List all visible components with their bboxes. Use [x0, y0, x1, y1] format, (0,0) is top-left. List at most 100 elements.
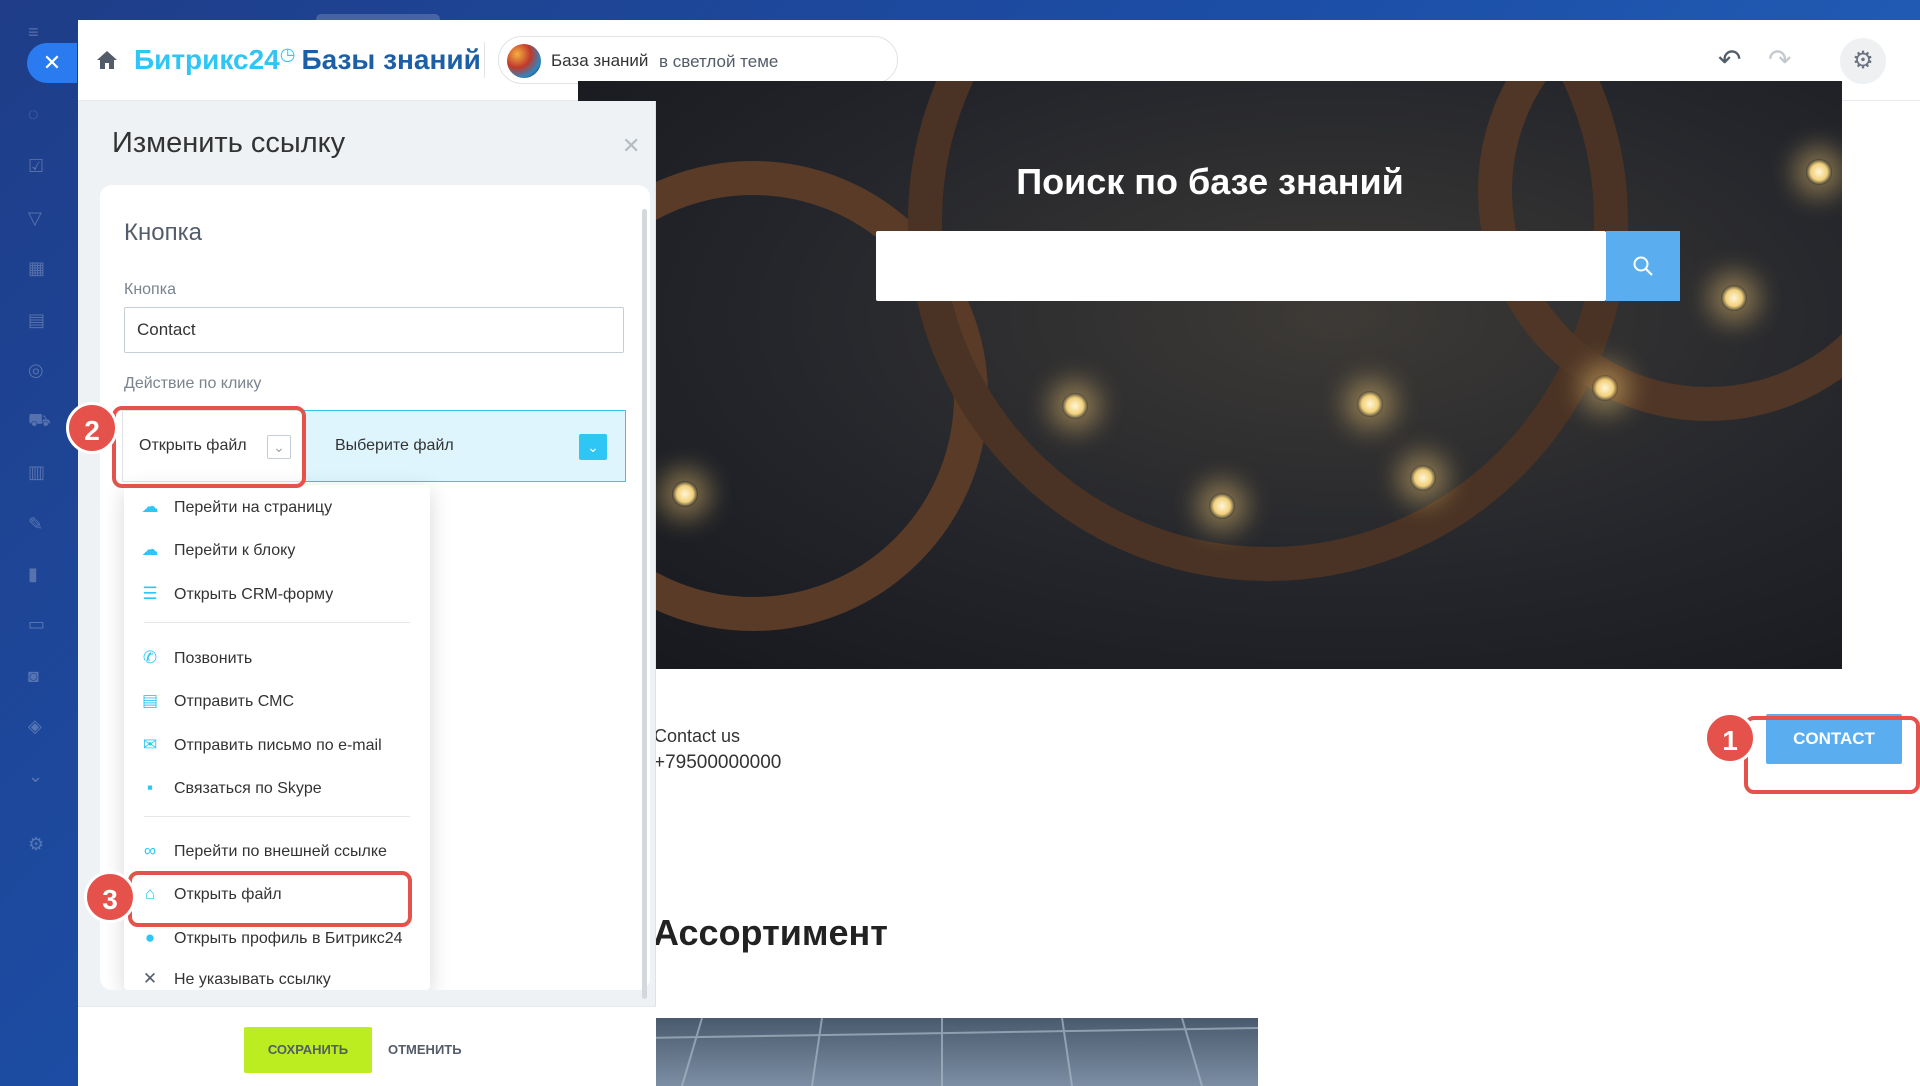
- card-icon: ▭: [28, 614, 46, 634]
- header-divider: [484, 42, 485, 78]
- hero-title: Поиск по базе знаний: [1016, 161, 1404, 202]
- phone-icon: ✆: [142, 648, 158, 667]
- logo-brand: Битрикс24: [134, 44, 280, 75]
- menu-item-label: Отправить письмо по e-mail: [174, 737, 382, 754]
- site-name: База знаний: [551, 51, 649, 70]
- menu-divider: [144, 622, 410, 623]
- save-button[interactable]: СОХРАНИТЬ: [244, 1027, 372, 1073]
- marquee-bulb: [1592, 375, 1618, 401]
- search-button[interactable]: [1606, 231, 1680, 301]
- button-text-value: Contact: [137, 320, 196, 339]
- marquee-bulb: [1209, 493, 1235, 519]
- menu-item-label: Перейти по внешней ссылке: [174, 843, 387, 860]
- marquee-bulb: [672, 481, 698, 507]
- contact-phone: +79500000000: [654, 752, 782, 773]
- menu-item-no-link[interactable]: ✕ Не указывать ссылку: [140, 965, 420, 990]
- search-icon: [1633, 256, 1653, 276]
- assortment-photo: [642, 1018, 1258, 1086]
- panel-scrollbar[interactable]: [642, 209, 647, 999]
- section-heading: Ассортимент: [653, 912, 888, 953]
- crm-form-icon: ☰: [142, 584, 158, 603]
- file-select-value: Выберите файл: [335, 437, 454, 454]
- profile-icon: ●: [144, 928, 156, 947]
- menu-item-email[interactable]: ✉ Отправить письмо по e-mail: [140, 731, 420, 761]
- skype-icon: ▪: [146, 778, 154, 797]
- menu-item-label: Позвонить: [174, 650, 253, 667]
- marquee-bulb: [1357, 391, 1383, 417]
- cart-icon: ⛟: [28, 410, 51, 430]
- close-icon[interactable]: ✕: [622, 133, 640, 159]
- button-text-label: Кнопка: [124, 281, 176, 298]
- marquee-bulb: [1062, 393, 1088, 419]
- filter-icon: ▽: [28, 208, 42, 228]
- close-slider-button[interactable]: ✕: [27, 43, 77, 83]
- site-avatar: [507, 44, 541, 78]
- panel-title: Изменить ссылку: [112, 127, 346, 159]
- site-theme: в светлой теме: [659, 52, 779, 71]
- button-card: Кнопка Кнопка Contact Действие по клику …: [100, 185, 650, 990]
- menu-item-block[interactable]: ☁ Перейти к блоку: [140, 536, 420, 566]
- menu-item-label: Отправить СМС: [174, 693, 295, 710]
- menu-item-label: Не указывать ссылку: [174, 971, 331, 988]
- no-link-icon: ✕: [142, 969, 158, 988]
- undo-icon[interactable]: ↶: [1718, 46, 1741, 74]
- edit-link-panel: Изменить ссылку ✕ Кнопка Кнопка Contact …: [78, 101, 656, 1086]
- target-icon: ◎: [28, 360, 44, 380]
- marquee-bulb: [1410, 465, 1436, 491]
- calendar-icon: ▦: [28, 258, 46, 278]
- chevron-down-icon: ⌄: [28, 766, 44, 786]
- menu-item-label: Открыть профиль в Битрикс24: [174, 930, 403, 947]
- highlight-contact: [1744, 716, 1920, 794]
- close-icon: ✕: [42, 50, 62, 75]
- click-action-label: Действие по клику: [124, 375, 262, 392]
- redo-icon[interactable]: ↷: [1768, 46, 1791, 74]
- background-sidebar: ≡ ◌ ☑ ▽ ▦ ▤ ◎ ⛟ ▥ ✎ ▮ ▭ ◙ ◈ ⌄ ⚙: [0, 0, 78, 1086]
- menu-item-label: Связаться по Skype: [174, 780, 322, 797]
- menu-item-page[interactable]: ☁ Перейти на страницу: [140, 493, 420, 523]
- home-icon[interactable]: [96, 50, 118, 70]
- chart-icon: ▮: [28, 564, 38, 584]
- external-link-icon: ∞: [143, 841, 157, 860]
- menu-item-label: Перейти на страницу: [174, 499, 333, 516]
- drive-icon: ▤: [28, 310, 46, 330]
- hero-block: Поиск по базе знаний: [578, 81, 1842, 669]
- highlight-open-file: [128, 871, 412, 927]
- menu-item-external-link[interactable]: ∞ Перейти по внешней ссылке: [140, 837, 420, 867]
- step-badge-3: 3: [84, 871, 136, 923]
- sidebar-icon: ◌: [28, 104, 39, 124]
- app-logo[interactable]: Битрикс24◷ Базы знаний: [134, 44, 481, 76]
- box-icon: ◈: [28, 716, 42, 736]
- settings-icon: ⚙: [28, 834, 45, 854]
- file-select[interactable]: Выберите файл ⌄: [304, 410, 626, 482]
- step-badge-1: 1: [1704, 712, 1756, 764]
- menu-item-call[interactable]: ✆ Позвонить: [140, 644, 420, 674]
- panel-footer: СОХРАНИТЬ ОТМЕНИТЬ: [78, 1006, 656, 1086]
- doc-icon: ▥: [28, 462, 46, 482]
- menu-item-label: Перейти к блоку: [174, 542, 296, 559]
- tasks-icon: ☑: [28, 156, 45, 176]
- menu-icon: ≡: [28, 22, 39, 42]
- menu-item-profile[interactable]: ● Открыть профиль в Битрикс24: [140, 924, 420, 954]
- cancel-button[interactable]: ОТМЕНИТЬ: [388, 1027, 462, 1073]
- chevron-down-icon[interactable]: ⌄: [579, 434, 607, 460]
- clock-icon: ◷: [279, 44, 296, 64]
- marquee-bulb: [1721, 285, 1747, 311]
- search-input[interactable]: [876, 231, 1606, 301]
- gear-icon[interactable]: ⚙: [1840, 38, 1886, 84]
- block-link-icon: ☁: [141, 540, 159, 559]
- email-icon: ✉: [142, 735, 158, 754]
- menu-item-crm-form[interactable]: ☰ Открыть CRM-форму: [140, 580, 420, 610]
- card-title: Кнопка: [124, 219, 202, 246]
- highlight-action-select: [112, 406, 306, 488]
- logo-section: Базы знаний: [301, 44, 481, 75]
- page-link-icon: ☁: [141, 497, 159, 516]
- site-selector[interactable]: База знаний в светлой теме: [498, 36, 898, 84]
- menu-divider: [144, 816, 410, 817]
- button-text-input[interactable]: Contact: [124, 307, 624, 353]
- step-badge-2: 2: [66, 402, 118, 454]
- menu-item-label: Открыть CRM-форму: [174, 586, 334, 603]
- menu-item-sms[interactable]: ▤ Отправить СМС: [140, 687, 420, 717]
- robot-icon: ◙: [28, 666, 39, 686]
- menu-item-skype[interactable]: ▪ Связаться по Skype: [140, 774, 420, 804]
- contact-title: Contact us: [654, 726, 741, 746]
